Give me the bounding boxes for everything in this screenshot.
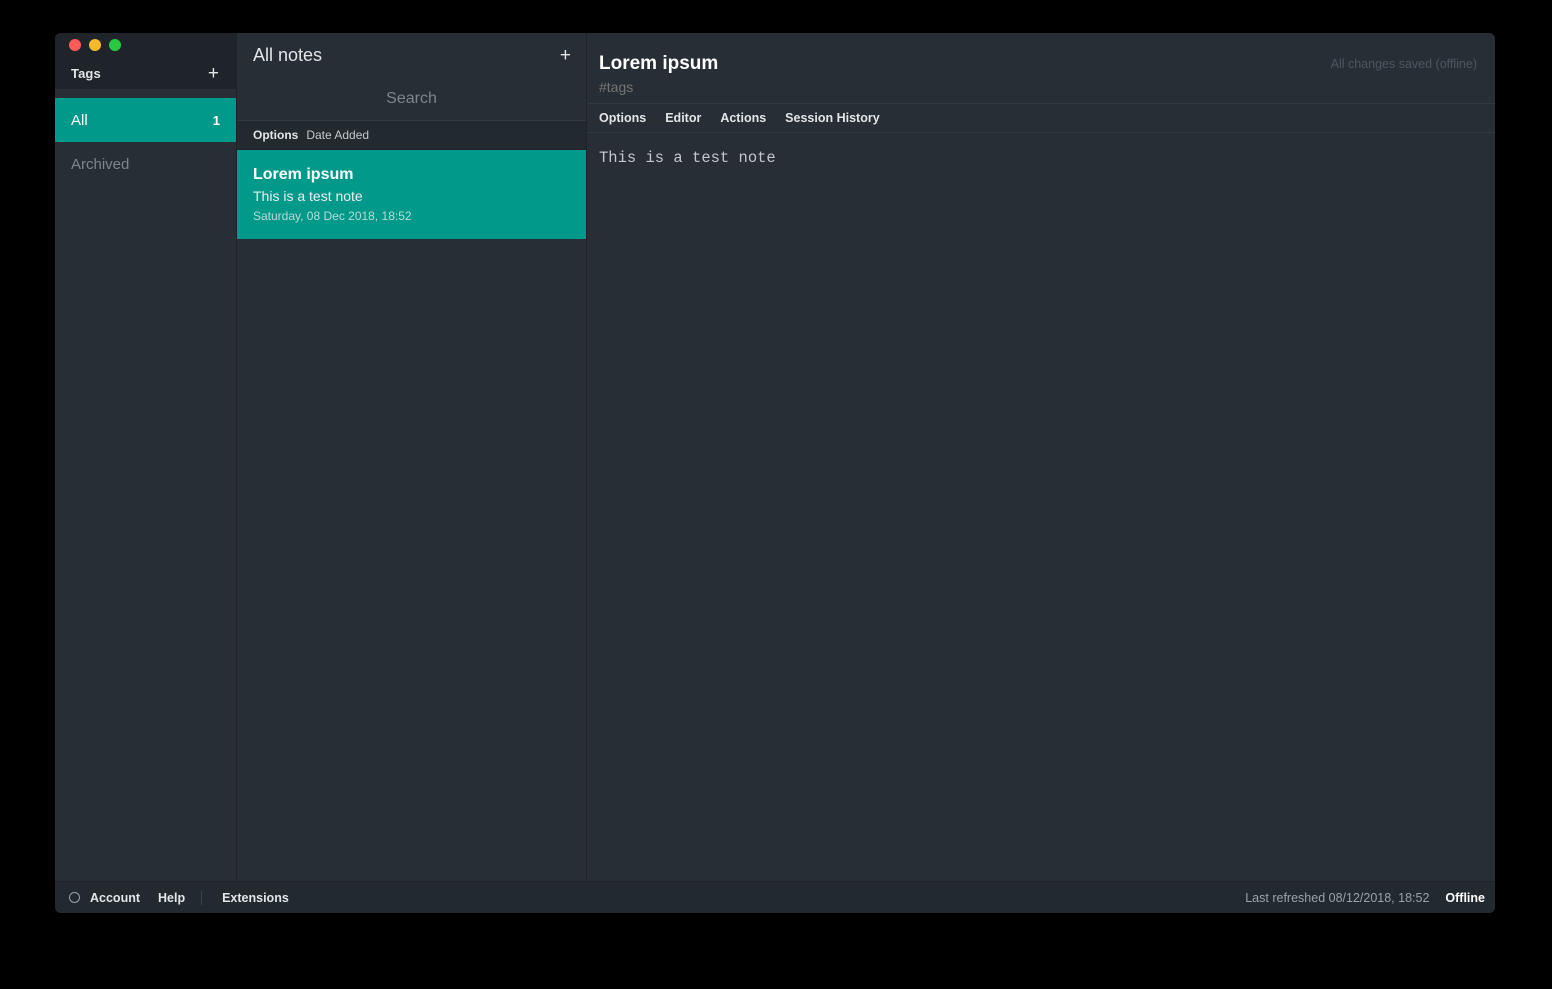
sidebar-item-all-label: All [71,111,88,129]
note-item-title: Lorem ipsum [253,166,354,183]
editor-header: All changes saved (offline) [587,33,1495,103]
editor-menu-session-history[interactable]: Session History [785,111,879,125]
search-input[interactable] [252,89,571,109]
close-window-icon[interactable] [69,39,81,51]
status-bar-group-extensions: Extensions [201,890,305,905]
status-bar-group-account: Account Help [69,891,201,905]
extensions-button[interactable]: Extensions [222,891,289,905]
add-note-button[interactable]: + [559,46,572,65]
notes-panel-title: All notes [253,45,323,65]
add-tag-button[interactable]: + [207,64,220,83]
editor-panel: All changes saved (offline) Options Edit… [587,33,1495,881]
note-content-textarea[interactable] [599,147,1483,869]
notes-options-bar[interactable]: Options Date Added [237,121,586,150]
tags-header: Tags + [55,57,236,89]
notes-panel-header: All notes + [237,33,586,78]
minimize-window-icon[interactable] [89,39,101,51]
note-title-input[interactable] [599,53,1019,75]
maximize-window-icon[interactable] [109,39,121,51]
tags-title: Tags [71,65,101,81]
last-refreshed-text: Last refreshed 08/12/2018, 18:52 [1245,890,1430,905]
sidebar-item-archived[interactable]: Archived [55,142,236,186]
sidebar-item-all-count: 1 [212,112,220,128]
note-item-preview: This is a test note [253,188,363,204]
editor-menu-editor[interactable]: Editor [665,111,701,125]
list-item[interactable]: Lorem ipsum This is a test note Saturday… [237,150,586,239]
note-item-date: Saturday, 08 Dec 2018, 18:52 [253,209,412,223]
editor-menubar: Options Editor Actions Session History [587,103,1495,133]
account-button[interactable]: Account [90,891,140,905]
notes-sort-value[interactable]: Date Added [306,128,369,142]
status-bar: Account Help Extensions Last refreshed 0… [55,881,1495,913]
status-bar-right: Last refreshed 08/12/2018, 18:52 Offline [1245,891,1485,905]
tags-list: All 1 Archived [55,89,236,881]
note-tags-input[interactable] [599,79,1019,95]
editor-menu-options[interactable]: Options [599,111,646,125]
editor-menu-actions[interactable]: Actions [720,111,766,125]
main-body: Tags + All 1 Archived All notes + Search… [55,33,1495,881]
editor-title-group [599,53,1019,95]
offline-status-badge[interactable]: Offline [1445,891,1485,905]
window-controls [55,33,236,57]
application-window: Tags + All 1 Archived All notes + Search… [55,33,1495,913]
account-circle-icon [69,892,80,903]
tags-sidebar: Tags + All 1 Archived [55,33,237,881]
status-bar-left: Account Help Extensions [69,890,305,905]
notes-options-button[interactable]: Options [253,128,298,142]
sidebar-item-archived-label: Archived [71,155,130,173]
help-button[interactable]: Help [158,891,185,905]
save-status-text: All changes saved (offline) [1330,57,1477,71]
sidebar-item-all[interactable]: All 1 [55,98,236,142]
notes-panel: All notes + Options Date Added Lorem ips… [237,33,587,881]
notes-list: Lorem ipsum This is a test note Saturday… [237,150,586,881]
search-bar [237,78,586,121]
editor-body [587,133,1495,881]
